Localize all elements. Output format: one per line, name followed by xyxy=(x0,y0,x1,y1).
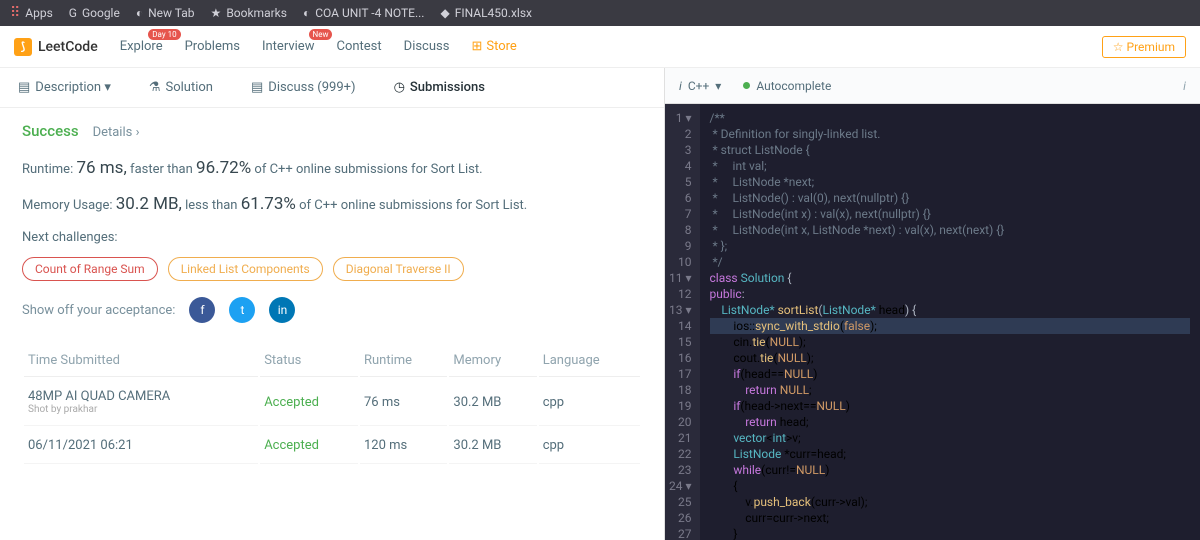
bookmark-icon: ◆ xyxy=(440,6,449,20)
editor-info-button[interactable]: i xyxy=(1183,79,1186,93)
status-success: Success xyxy=(22,122,79,140)
nav-interview[interactable]: InterviewNew xyxy=(262,39,315,54)
browser-bookmarks-bar: ⠿Apps GGoogle ◐New Tab ★Bookmarks ◐COA UNIT… xyxy=(0,0,1200,26)
submission-detail: Success Details › Runtime: 76 ms, faster… xyxy=(0,108,664,540)
store-icon: ⊞ xyxy=(471,39,482,54)
brand-name: LeetCode xyxy=(38,39,98,55)
next-challenges-label: Next challenges: xyxy=(22,230,642,245)
table-header: Language xyxy=(539,345,640,377)
bookmark-item[interactable]: GGoogle xyxy=(69,6,120,20)
table-header: Time Submitted xyxy=(24,345,258,377)
facebook-icon[interactable]: f xyxy=(189,297,215,323)
tab-icon: ⚗ xyxy=(149,80,161,95)
submissions-table: Time SubmittedStatusRuntimeMemoryLanguag… xyxy=(22,343,642,466)
cell-status: Accepted xyxy=(260,428,358,464)
leetcode-icon: ⟆ xyxy=(14,38,32,56)
cell-memory: 30.2 MB xyxy=(449,428,536,464)
tab-icon: ▤ xyxy=(251,80,263,95)
editor-panel: i C++ ▾ Autocomplete i 1 ▾234567891011 ▾… xyxy=(665,68,1200,540)
brand-logo[interactable]: ⟆ LeetCode xyxy=(14,38,98,56)
cell-time: 06/11/2021 06:21 xyxy=(24,428,258,464)
cell-runtime: 120 ms xyxy=(360,428,447,464)
share-label: Show off your acceptance: xyxy=(22,303,175,318)
bookmark-item[interactable]: ◐COA UNIT -4 NOTE... xyxy=(303,6,425,20)
twitter-icon[interactable]: t xyxy=(229,297,255,323)
line-gutter: 1 ▾234567891011 ▾1213 ▾14151617181920212… xyxy=(665,104,700,540)
tab-submissions[interactable]: ◷Submissions xyxy=(394,80,485,95)
editor-toolbar: i C++ ▾ Autocomplete i xyxy=(665,68,1200,104)
tab-discuss-[interactable]: ▤Discuss (999+) xyxy=(251,80,356,95)
language-selector[interactable]: i C++ ▾ xyxy=(679,79,721,93)
cell-lang: cpp xyxy=(539,428,640,464)
bookmark-item[interactable]: ◐New Tab xyxy=(136,6,195,20)
linkedin-icon[interactable]: in xyxy=(269,297,295,323)
left-panel: ▤Description ▾⚗Solution▤Discuss (999+)◷S… xyxy=(0,68,665,540)
autocomplete-indicator: Autocomplete xyxy=(743,79,831,93)
nav-discuss[interactable]: Discuss xyxy=(404,39,450,54)
challenge-pill[interactable]: Diagonal Traverse II xyxy=(333,257,464,281)
tab-description[interactable]: ▤Description ▾ xyxy=(18,80,111,95)
nav-contest[interactable]: Contest xyxy=(336,39,381,54)
memory-stat: Memory Usage: 30.2 MB, less than 61.73% … xyxy=(22,194,642,214)
status-dot-icon xyxy=(743,82,750,89)
tab-icon: ▤ xyxy=(18,80,30,95)
bookmark-icon: ◐ xyxy=(136,6,143,20)
code-editor[interactable]: 1 ▾234567891011 ▾1213 ▾14151617181920212… xyxy=(665,104,1200,540)
table-header: Memory xyxy=(449,345,536,377)
problem-tabs: ▤Description ▾ ⚗Solution ▤Discuss (999+) ◷S… xyxy=(0,68,664,108)
share-row: Show off your acceptance: f t in xyxy=(22,297,642,323)
bookmark-item[interactable]: ★Bookmarks xyxy=(211,6,287,20)
bookmark-icon: ◐ xyxy=(303,6,310,20)
nav-problems[interactable]: Problems xyxy=(185,39,240,54)
apps-grid-icon: ⠿ xyxy=(10,5,20,21)
runtime-stat: Runtime: 76 ms, faster than 96.72% of C+… xyxy=(22,158,642,178)
table-header: Status xyxy=(260,345,358,377)
bookmark-item[interactable]: ◆FINAL450.xlsx xyxy=(440,6,532,20)
table-row[interactable]: 48MP AI QUAD CAMERAShot by prakharAccept… xyxy=(24,379,640,426)
cell-runtime: 76 ms xyxy=(360,379,447,426)
cell-lang: cpp xyxy=(539,379,640,426)
main-content: ▤Description ▾⚗Solution▤Discuss (999+)◷S… xyxy=(0,68,1200,540)
site-header: ⟆ LeetCode ExploreDay 10 Problems Intervie… xyxy=(0,26,1200,68)
premium-button[interactable]: ☆ Premium xyxy=(1102,36,1186,58)
code-area[interactable]: /** * Definition for singly-linked list.… xyxy=(700,104,1200,540)
nav-badge: New xyxy=(309,29,333,40)
nav-store[interactable]: ⊞ Store xyxy=(471,39,516,54)
bookmark-icon: G xyxy=(69,6,77,20)
challenge-pill[interactable]: Count of Range Sum xyxy=(22,257,158,281)
cell-time: 48MP AI QUAD CAMERAShot by prakhar xyxy=(24,379,258,426)
nav-badge: Day 10 xyxy=(148,29,180,40)
tab-icon: ◷ xyxy=(394,80,405,95)
challenge-pills: Count of Range Sum Linked List Components… xyxy=(22,257,642,281)
tab-solution[interactable]: ⚗Solution xyxy=(149,80,213,95)
bookmark-icon: ★ xyxy=(211,6,222,20)
challenge-pill[interactable]: Linked List Components xyxy=(168,257,323,281)
chevron-down-icon: ▾ xyxy=(715,79,721,93)
nav-explore[interactable]: ExploreDay 10 xyxy=(120,39,163,54)
info-icon: i xyxy=(679,79,682,93)
cell-memory: 30.2 MB xyxy=(449,379,536,426)
details-link[interactable]: Details › xyxy=(93,125,140,140)
cell-status: Accepted xyxy=(260,379,358,426)
table-row[interactable]: 06/11/2021 06:21Accepted120 ms30.2 MBcpp xyxy=(24,428,640,464)
apps-button[interactable]: ⠿Apps xyxy=(10,5,53,21)
table-header: Runtime xyxy=(360,345,447,377)
